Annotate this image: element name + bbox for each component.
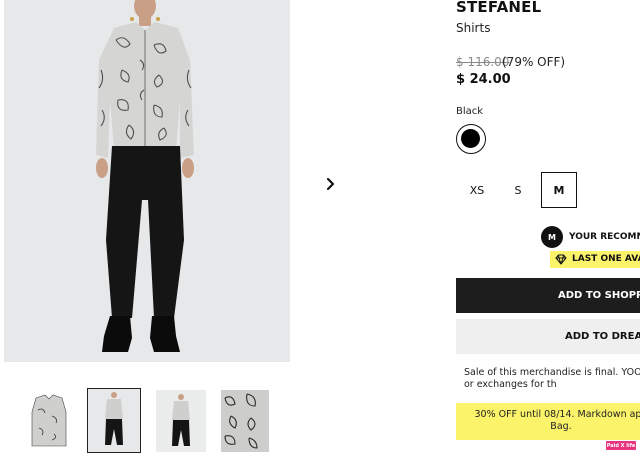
- final-sale-notice: Sale of this merchandise is final. YOOX …: [464, 367, 640, 390]
- product-main-image[interactable]: [4, 0, 290, 362]
- size-option-m[interactable]: M: [541, 172, 577, 208]
- diamond-icon: [555, 254, 567, 265]
- add-to-dreambox-label: ADD TO DREAM: [565, 331, 640, 342]
- thumbnail-image: [24, 390, 74, 452]
- thumbnail-image: [88, 389, 140, 452]
- discount-percent: (79% OFF): [502, 55, 566, 69]
- recommended-size-text[interactable]: YOUR RECOMME: [569, 232, 640, 242]
- color-label: Black: [456, 106, 484, 117]
- promo-banner: 30% OFF until 08/14. Markdown app Bag.: [456, 403, 640, 440]
- add-to-bag-label: ADD TO SHOPPIN: [558, 290, 640, 301]
- product-brand[interactable]: STEFANEL: [456, 0, 541, 16]
- paid-label-tag: Paid X life: [606, 441, 636, 450]
- thumbnail-image: [156, 390, 206, 452]
- stock-alert-text: LAST ONE AVA: [572, 254, 640, 264]
- chevron-right-icon: [326, 177, 335, 191]
- thumbnail-1[interactable]: [24, 390, 74, 452]
- thumbnail-3[interactable]: [156, 390, 206, 452]
- product-category: Shirts: [456, 21, 491, 35]
- color-dot: [461, 129, 480, 148]
- thumbnail-4[interactable]: [221, 390, 271, 452]
- size-option-xs[interactable]: XS: [459, 172, 495, 208]
- current-price: $ 24.00: [456, 72, 511, 87]
- thumbnail-2[interactable]: [87, 388, 141, 453]
- add-to-dreambox-button[interactable]: ADD TO DREAM: [456, 319, 640, 354]
- recommended-size-badge: M: [541, 226, 563, 248]
- promo-text: 30% OFF until 08/14. Markdown app Bag.: [474, 409, 640, 432]
- model-photo: [4, 0, 290, 362]
- thumbnail-image: [221, 390, 269, 452]
- size-option-s[interactable]: S: [500, 172, 536, 208]
- next-image-button[interactable]: [322, 174, 340, 194]
- color-swatch-black[interactable]: [456, 124, 486, 154]
- stock-alert: LAST ONE AVA: [550, 251, 640, 268]
- add-to-bag-button[interactable]: ADD TO SHOPPIN: [456, 278, 640, 313]
